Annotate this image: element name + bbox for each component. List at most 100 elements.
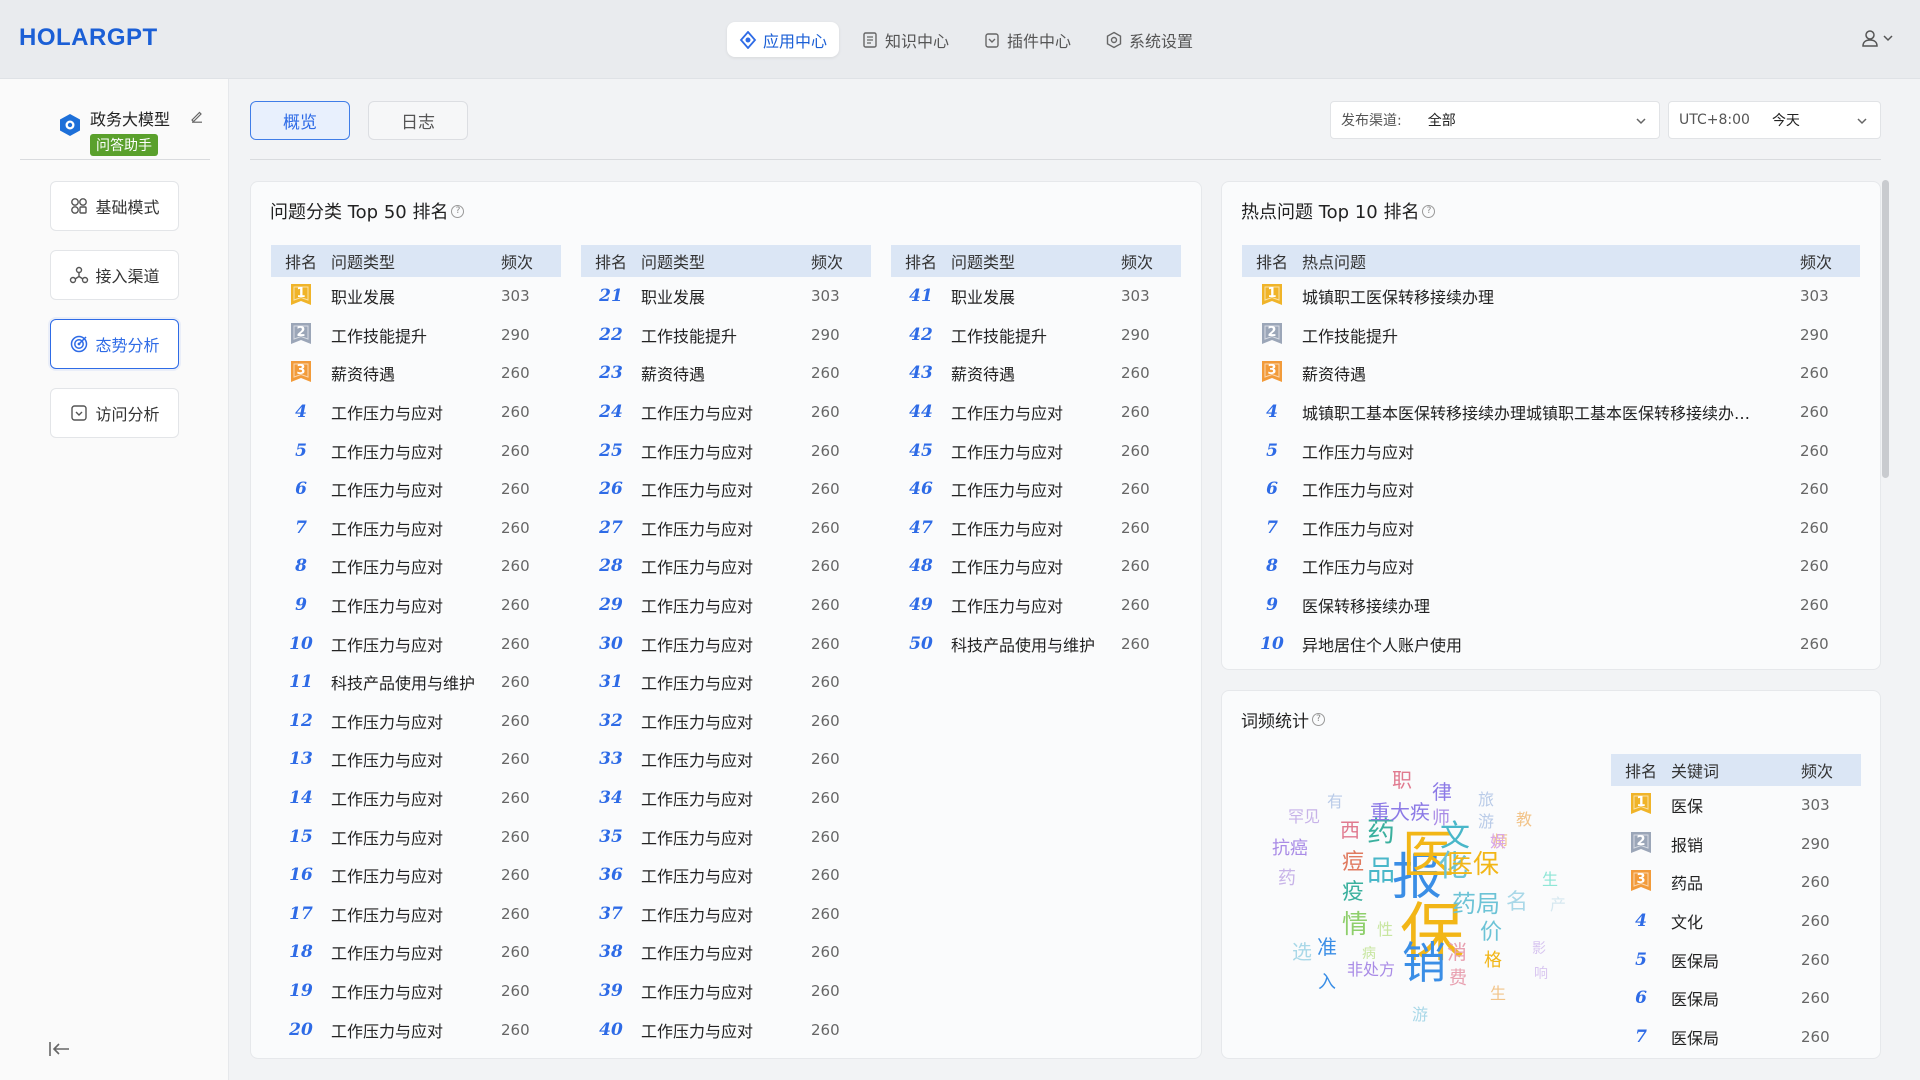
table-row[interactable]: 28 工作压力与应对 260 — [581, 547, 871, 586]
table-row[interactable]: 43 薪资待遇 260 — [891, 354, 1181, 393]
rank-cell: 5 — [295, 440, 307, 461]
table-row[interactable]: 11 科技产品使用与维护 260 — [271, 663, 561, 702]
table-row[interactable]: 45 工作压力与应对 260 — [891, 431, 1181, 470]
help-icon[interactable]: ? — [451, 204, 465, 218]
nav-app-center[interactable]: 应用中心 — [727, 22, 840, 57]
table-row[interactable]: 39 工作压力与应对 260 — [581, 972, 871, 1011]
brand-logo[interactable]: HOLARGPT — [19, 24, 158, 52]
help-icon[interactable]: ? — [1422, 204, 1436, 218]
freq-cell: 260 — [501, 981, 530, 1000]
table-row[interactable]: 5 工作压力与应对 260 — [1242, 431, 1860, 470]
cloud-word: 罕见 — [1288, 807, 1321, 826]
table-row[interactable]: 24 工作压力与应对 260 — [581, 393, 871, 432]
type-cell: 科技产品使用与维护 — [331, 674, 476, 694]
table-row[interactable]: 33 工作压力与应对 260 — [581, 740, 871, 779]
table-row[interactable]: 3 药品 260 — [1611, 863, 1861, 902]
table-row[interactable]: 3 薪资待遇 260 — [271, 354, 561, 393]
table-row[interactable]: 6 工作压力与应对 260 — [271, 470, 561, 509]
table-row[interactable]: 1 医保 303 — [1611, 786, 1861, 825]
table-row[interactable]: 26 工作压力与应对 260 — [581, 470, 871, 509]
date-select[interactable]: UTC+8:00 今天 — [1668, 101, 1881, 139]
table-row[interactable]: 48 工作压力与应对 260 — [891, 547, 1181, 586]
collapse-sidebar-icon[interactable] — [49, 1040, 71, 1058]
channel-select[interactable]: 发布渠道: 全部 — [1330, 101, 1660, 139]
table-row[interactable]: 32 工作压力与应对 260 — [581, 702, 871, 741]
table-row[interactable]: 7 工作压力与应对 260 — [1242, 509, 1860, 548]
table-row[interactable]: 42 工作技能提升 290 — [891, 316, 1181, 355]
table-row[interactable]: 5 医保局 260 — [1611, 940, 1861, 979]
sidebar-item-visit-analysis[interactable]: 访问分析 — [50, 388, 179, 438]
table-row[interactable]: 7 医保局 260 — [1611, 1018, 1861, 1057]
sidebar-item-basic-mode[interactable]: 基础模式 — [50, 181, 179, 231]
tab-log[interactable]: 日志 — [368, 101, 468, 140]
table-row[interactable]: 25 工作压力与应对 260 — [581, 431, 871, 470]
table-row[interactable]: 36 工作压力与应对 260 — [581, 856, 871, 895]
table-row[interactable]: 21 职业发展 303 — [581, 277, 871, 316]
table-row[interactable]: 34 工作压力与应对 260 — [581, 779, 871, 818]
table-row[interactable]: 4 工作压力与应对 260 — [271, 393, 561, 432]
cloud-word: 娱 — [1490, 832, 1507, 851]
rank-cell: 29 — [599, 595, 623, 616]
edit-icon[interactable] — [190, 109, 204, 123]
table-row[interactable]: 29 工作压力与应对 260 — [581, 586, 871, 625]
table-row[interactable]: 15 工作压力与应对 260 — [271, 817, 561, 856]
table-row[interactable]: 23 薪资待遇 260 — [581, 354, 871, 393]
table-row[interactable]: 22 工作技能提升 290 — [581, 316, 871, 355]
table-row[interactable]: 37 工作压力与应对 260 — [581, 895, 871, 934]
tab-overview[interactable]: 概览 — [250, 101, 350, 140]
cloud-word: 教 — [1516, 810, 1533, 829]
table-row[interactable]: 49 工作压力与应对 260 — [891, 586, 1181, 625]
table-row[interactable]: 14 工作压力与应对 260 — [271, 779, 561, 818]
table-row[interactable]: 4 文化 260 — [1611, 902, 1861, 941]
table-row[interactable]: 6 医保局 260 — [1611, 979, 1861, 1018]
table-row[interactable]: 1 职业发展 303 — [271, 277, 561, 316]
table-row[interactable]: 17 工作压力与应对 260 — [271, 895, 561, 934]
table-row[interactable]: 35 工作压力与应对 260 — [581, 817, 871, 856]
table-row[interactable]: 3 薪资待遇 260 — [1242, 354, 1860, 393]
nav-knowledge-center[interactable]: 知识中心 — [849, 22, 961, 57]
table-row[interactable]: 5 工作压力与应对 260 — [271, 431, 561, 470]
user-menu[interactable] — [1860, 28, 1894, 48]
table-row[interactable]: 8 工作压力与应对 260 — [1242, 547, 1860, 586]
table-row[interactable]: 50 科技产品使用与维护 260 — [891, 624, 1181, 663]
nav-system-settings[interactable]: 系统设置 — [1093, 22, 1205, 57]
table-row[interactable]: 9 工作压力与应对 260 — [271, 586, 561, 625]
header-freq: 频次 — [501, 253, 534, 272]
table-row[interactable]: 2 工作技能提升 290 — [1242, 316, 1860, 355]
table-row[interactable]: 9 医保转移接续办理 260 — [1242, 586, 1860, 625]
sidebar-item-access-channel[interactable]: 接入渠道 — [50, 250, 179, 300]
table-row[interactable]: 10 异地居住个人账户使用 260 — [1242, 624, 1860, 663]
nav-plugin-center[interactable]: 插件中心 — [971, 22, 1083, 57]
table-row[interactable]: 19 工作压力与应对 260 — [271, 972, 561, 1011]
table-row[interactable]: 13 工作压力与应对 260 — [271, 740, 561, 779]
help-icon[interactable]: ? — [1312, 713, 1325, 726]
table-row[interactable]: 8 工作压力与应对 260 — [271, 547, 561, 586]
date-value: 今天 — [1771, 113, 1800, 129]
table-row[interactable]: 10 工作压力与应对 260 — [271, 624, 561, 663]
scrollbar[interactable] — [1882, 180, 1889, 478]
table-row[interactable]: 44 工作压力与应对 260 — [891, 393, 1181, 432]
table-row[interactable]: 38 工作压力与应对 260 — [581, 933, 871, 972]
basic-mode-icon — [71, 198, 88, 214]
table-row[interactable]: 16 工作压力与应对 260 — [271, 856, 561, 895]
table-row[interactable]: 40 工作压力与应对 260 — [581, 1010, 871, 1049]
table-row[interactable]: 31 工作压力与应对 260 — [581, 663, 871, 702]
table-row[interactable]: 47 工作压力与应对 260 — [891, 509, 1181, 548]
sidebar-item-situation-analysis[interactable]: 态势分析 — [50, 319, 179, 369]
table-row[interactable]: 20 工作压力与应对 260 — [271, 1010, 561, 1049]
table-row[interactable]: 6 工作压力与应对 260 — [1242, 470, 1860, 509]
cloud-word: 响 — [1534, 966, 1548, 982]
table-row[interactable]: 7 工作压力与应对 260 — [271, 509, 561, 548]
table-row[interactable]: 1 城镇职工医保转移接续办理 303 — [1242, 277, 1860, 316]
table-row[interactable]: 2 报销 290 — [1611, 825, 1861, 864]
freq-cell: 303 — [1800, 287, 1829, 306]
table-row[interactable]: 41 职业发展 303 — [891, 277, 1181, 316]
table-row[interactable]: 27 工作压力与应对 260 — [581, 509, 871, 548]
table-row[interactable]: 18 工作压力与应对 260 — [271, 933, 561, 972]
table-row[interactable]: 12 工作压力与应对 260 — [271, 702, 561, 741]
table-row[interactable]: 2 工作技能提升 290 — [271, 316, 561, 355]
table-row[interactable]: 30 工作压力与应对 260 — [581, 624, 871, 663]
table-row[interactable]: 46 工作压力与应对 260 — [891, 470, 1181, 509]
type-cell: 工作压力与应对 — [331, 790, 444, 810]
table-row[interactable]: 4 城镇职工基本医保转移接续办理城镇职工基本医保转移接续办理城镇职工基本医保转移接… — [1242, 393, 1860, 432]
